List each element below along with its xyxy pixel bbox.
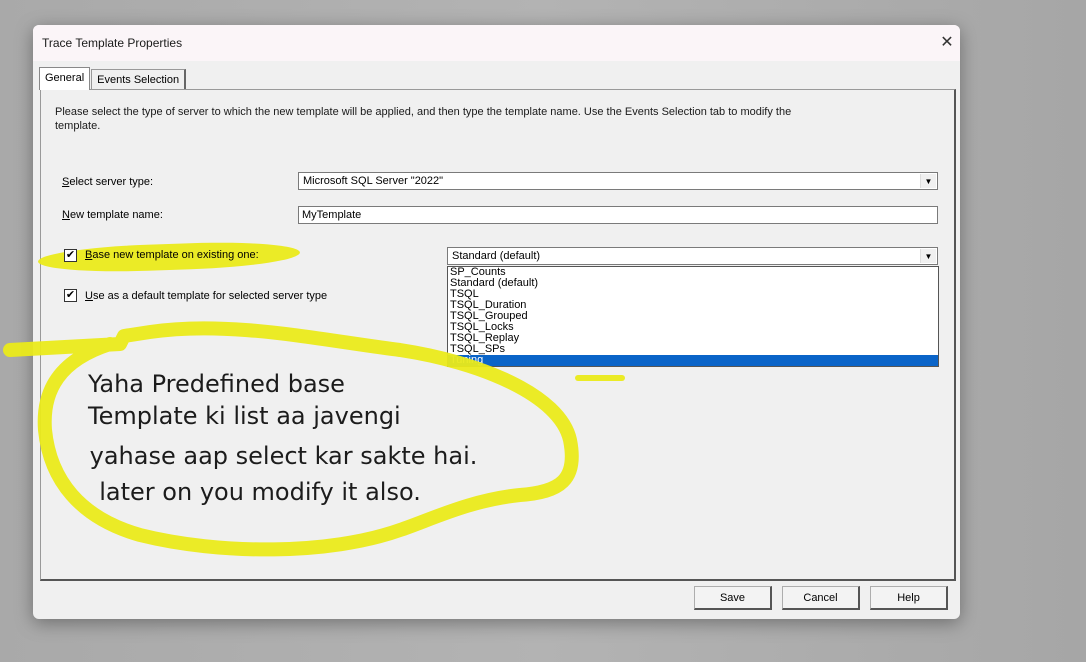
tab-general[interactable]: General [39, 67, 91, 90]
annotation-line-1: Yaha Predefined base [88, 370, 345, 398]
annotation-line-2: Template ki list aa javengi [88, 402, 401, 430]
annotation-scribble [3, 321, 579, 557]
annotation-line-4: later on you modify it also. [84, 478, 421, 506]
annotation-line-3: yahase aap select kar sakte hai. [82, 442, 478, 470]
